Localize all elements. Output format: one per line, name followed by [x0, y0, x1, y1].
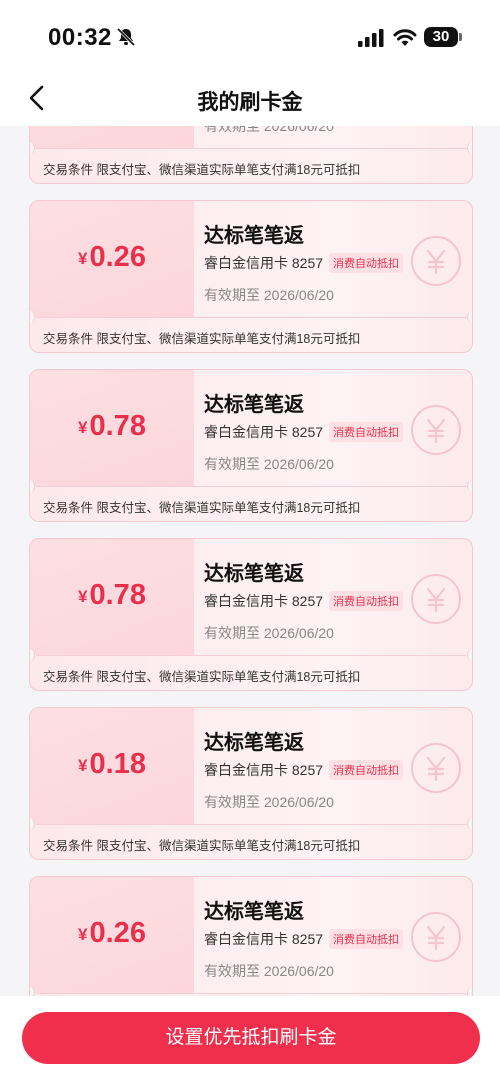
coupon-card[interactable]: ¥0.26 达标笔笔返睿白金信用卡 8257 消费自动抵扣有效期至 2026/06/…: [29, 200, 473, 353]
battery-icon: 30: [424, 27, 458, 47]
currency-symbol: ¥: [78, 756, 88, 775]
wifi-icon: [393, 29, 417, 46]
credit-card-name: 睿白金信用卡 8257: [204, 762, 324, 778]
yen-coin-icon: [411, 743, 461, 793]
coupon-expiry: 有效期至 2026/06/20: [204, 126, 334, 134]
currency-symbol: ¥: [78, 418, 88, 437]
coupon-card-info: 睿白金信用卡 8257 消费自动抵扣: [204, 422, 404, 442]
coupon-expiry: 有效期至 2026/06/20: [204, 963, 334, 979]
coupon-card-info: 睿白金信用卡 8257 消费自动抵扣: [204, 760, 404, 780]
coupon-expiry: 有效期至 2026/06/20: [204, 456, 334, 472]
card-notch-right: [467, 311, 472, 323]
credit-card-name: 睿白金信用卡 8257: [204, 424, 324, 440]
card-divider: [36, 148, 466, 149]
nav-bar: 我的刷卡金: [0, 72, 500, 126]
credit-card-name: 睿白金信用卡 8257: [204, 255, 324, 271]
coupon-amount: ¥0.18: [30, 748, 194, 781]
card-divider: [36, 993, 466, 994]
coupon-condition: 交易条件 限支付宝、微信渠道实际单笔支付满18元可抵扣: [43, 670, 361, 684]
coupon-list[interactable]: 有效期至 2026/06/20 交易条件 限支付宝、微信渠道实际单笔支付满18元可…: [0, 126, 500, 996]
coupon-title: 达标笔笔返: [204, 225, 304, 247]
auto-deduct-badge: 消费自动抵扣: [329, 422, 404, 442]
card-notch-right: [467, 818, 472, 830]
credit-card-name: 睿白金信用卡 8257: [204, 931, 324, 947]
status-time: 00:32: [48, 24, 112, 51]
coupon-title: 达标笔笔返: [204, 732, 304, 754]
coupon-amount: ¥0.26: [30, 917, 194, 950]
yen-coin-icon: [411, 405, 461, 455]
card-divider: [36, 824, 466, 825]
battery-tip: [459, 33, 462, 41]
amount-value: 0.26: [89, 917, 146, 949]
status-bar: 00:32 30: [0, 0, 500, 72]
coupon-expiry: 有效期至 2026/06/20: [204, 794, 334, 810]
card-notch-left: [30, 142, 35, 154]
card-divider: [36, 486, 466, 487]
coupon-title: 达标笔笔返: [204, 394, 304, 416]
coupon-card[interactable]: ¥0.26 达标笔笔返睿白金信用卡 8257 消费自动抵扣有效期至 2026/06/…: [29, 876, 473, 996]
yen-coin-icon: [411, 236, 461, 286]
credit-card-name: 睿白金信用卡 8257: [204, 593, 324, 609]
card-notch-right: [467, 480, 472, 492]
card-notch-right: [467, 649, 472, 661]
currency-symbol: ¥: [78, 587, 88, 606]
card-notch-left: [30, 480, 35, 492]
amount-panel: [30, 126, 194, 148]
card-notch-left: [30, 311, 35, 323]
coupon-expiry: 有效期至 2026/06/20: [204, 625, 334, 641]
card-notch-right: [467, 142, 472, 154]
auto-deduct-badge: 消费自动抵扣: [329, 591, 404, 611]
auto-deduct-badge: 消费自动抵扣: [329, 760, 404, 780]
amount-value: 0.18: [89, 748, 146, 780]
coupon-card[interactable]: 有效期至 2026/06/20 交易条件 限支付宝、微信渠道实际单笔支付满18元可…: [29, 126, 473, 184]
coupon-card-info: 睿白金信用卡 8257 消费自动抵扣: [204, 253, 404, 273]
coupon-title: 达标笔笔返: [204, 901, 304, 923]
card-notch-left: [30, 818, 35, 830]
signal-icon: [358, 29, 384, 47]
yen-coin-icon: [411, 912, 461, 962]
card-notch-right: [467, 987, 472, 996]
coupon-title: 达标笔笔返: [204, 563, 304, 585]
coupon-card-info: 睿白金信用卡 8257 消费自动抵扣: [204, 591, 404, 611]
coupon-card-info: 睿白金信用卡 8257 消费自动抵扣: [204, 929, 404, 949]
yen-coin-icon: [411, 574, 461, 624]
coupon-amount: ¥0.78: [30, 579, 194, 612]
coupon-amount: ¥0.78: [30, 410, 194, 443]
coupon-card[interactable]: ¥0.78 达标笔笔返睿白金信用卡 8257 消费自动抵扣有效期至 2026/06/…: [29, 369, 473, 522]
coupon-condition: 交易条件 限支付宝、微信渠道实际单笔支付满18元可抵扣: [43, 501, 361, 515]
currency-symbol: ¥: [78, 249, 88, 268]
page-title: 我的刷卡金: [197, 91, 303, 114]
amount-value: 0.78: [89, 410, 146, 442]
amount-value: 0.78: [89, 579, 146, 611]
coupon-card[interactable]: ¥0.78 达标笔笔返睿白金信用卡 8257 消费自动抵扣有效期至 2026/06/…: [29, 538, 473, 691]
coupon-condition: 交易条件 限支付宝、微信渠道实际单笔支付满18元可抵扣: [43, 163, 361, 177]
bell-off-icon: [116, 27, 136, 47]
coupon-card[interactable]: ¥0.18 达标笔笔返睿白金信用卡 8257 消费自动抵扣有效期至 2026/06/…: [29, 707, 473, 860]
coupon-condition: 交易条件 限支付宝、微信渠道实际单笔支付满18元可抵扣: [43, 332, 361, 346]
coupon-amount: ¥0.26: [30, 241, 194, 274]
coupon-condition: 交易条件 限支付宝、微信渠道实际单笔支付满18元可抵扣: [43, 839, 361, 853]
card-notch-left: [30, 649, 35, 661]
auto-deduct-badge: 消费自动抵扣: [329, 253, 404, 273]
footer: 设置优先抵扣刷卡金: [0, 996, 500, 1084]
card-divider: [36, 655, 466, 656]
card-divider: [36, 317, 466, 318]
coupon-expiry: 有效期至 2026/06/20: [204, 287, 334, 303]
set-priority-deduct-button[interactable]: 设置优先抵扣刷卡金: [22, 1012, 480, 1064]
currency-symbol: ¥: [78, 925, 88, 944]
auto-deduct-badge: 消费自动抵扣: [329, 929, 404, 949]
amount-value: 0.26: [89, 241, 146, 273]
